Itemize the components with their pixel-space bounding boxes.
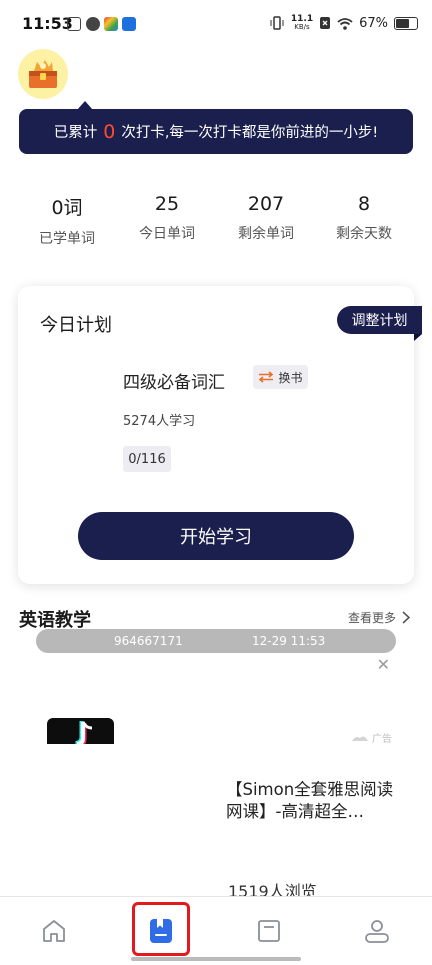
notification-icon [86, 17, 100, 31]
notice-id: 964667171 [114, 634, 183, 648]
progress-chip: 0/116 [123, 446, 171, 472]
nav-profile[interactable] [357, 911, 397, 951]
network-speed: 11.1 KB/s [290, 14, 314, 32]
banner-prefix: 已累计 [53, 125, 98, 141]
ad-label-text: 广告 [372, 734, 392, 745]
status-time: 11:53 [22, 14, 73, 33]
avatar[interactable] [18, 49, 68, 99]
notification-icon [67, 17, 81, 31]
stat-remaining-words: 207 剩余单词 [212, 193, 320, 243]
ad-title[interactable]: 【Simon全套雅思阅读网课】-高清超全… [226, 779, 406, 823]
notice-time: 12-29 11:53 [252, 634, 326, 648]
see-more-link[interactable]: 查看更多 [348, 609, 410, 626]
checkin-banner: 已累计 0 次打卡,每一次打卡都是你前进的一小步! [19, 101, 413, 154]
plan-card: 今日计划 调整计划 四级必备词汇 换书 5274人学习 0/116 开始学习 [18, 286, 422, 584]
learner-count: 5274人学习 [123, 414, 196, 429]
nav-books[interactable] [249, 911, 289, 951]
vibrate-icon [270, 16, 284, 30]
stat-learned-words: 0词 已学单词 [13, 193, 121, 248]
alipay-icon [122, 17, 136, 31]
ad-source-icon [352, 736, 368, 741]
wifi-icon [337, 17, 353, 30]
swap-book-label: 换书 [278, 370, 303, 385]
stat-label: 今日单词 [139, 226, 195, 242]
notice-bar: 964667171 12-29 11:53 [36, 629, 396, 653]
stat-label: 已学单词 [39, 231, 95, 247]
bottom-nav [0, 896, 432, 965]
sim-icon [320, 17, 331, 29]
battery-percent: 67% [359, 15, 388, 31]
stat-label: 剩余单词 [238, 226, 294, 242]
stat-value: 25 [154, 193, 180, 215]
ad-thumbnail[interactable] [47, 718, 114, 744]
home-icon [43, 920, 65, 942]
book-icon [258, 920, 280, 942]
adjust-plan-button[interactable]: 调整计划 [337, 306, 422, 341]
stat-value: 8 [357, 193, 371, 215]
banner-suffix: 次打卡,每一次打卡都是你前进的一小步! [121, 125, 379, 141]
wordbook-icon [150, 919, 172, 943]
stat-remaining-days: 8 剩余天数 [310, 193, 418, 243]
checkin-count: 0 [103, 120, 116, 143]
home-indicator[interactable] [131, 957, 301, 961]
book-name: 四级必备词汇 [123, 373, 225, 393]
swap-book-button[interactable]: 换书 [253, 365, 308, 389]
treasure-box-icon [29, 60, 57, 88]
stat-label: 剩余天数 [336, 226, 392, 242]
stat-value: 0词 [51, 197, 83, 219]
tiktok-logo-icon [75, 721, 93, 744]
start-learning-button[interactable]: 开始学习 [78, 512, 354, 560]
status-right: 11.1 KB/s 67% [269, 15, 418, 31]
stat-value: 207 [247, 193, 285, 215]
stat-today-words: 25 今日单词 [113, 193, 221, 243]
nav-home[interactable] [34, 911, 74, 951]
ad-label: 广告 [351, 730, 392, 745]
chevron-right-icon [402, 611, 410, 624]
see-more-label: 查看更多 [347, 611, 396, 625]
status-bar: 11:53 11.1 KB/s 67% [0, 0, 432, 50]
swap-icon [259, 371, 274, 383]
battery-icon [394, 16, 418, 30]
plan-title: 今日计划 [40, 315, 112, 336]
nav-wordbook[interactable] [141, 911, 181, 951]
ad-close-icon[interactable]: ✕ [377, 655, 390, 674]
app-notification-icon [104, 17, 118, 31]
profile-icon [365, 920, 389, 943]
